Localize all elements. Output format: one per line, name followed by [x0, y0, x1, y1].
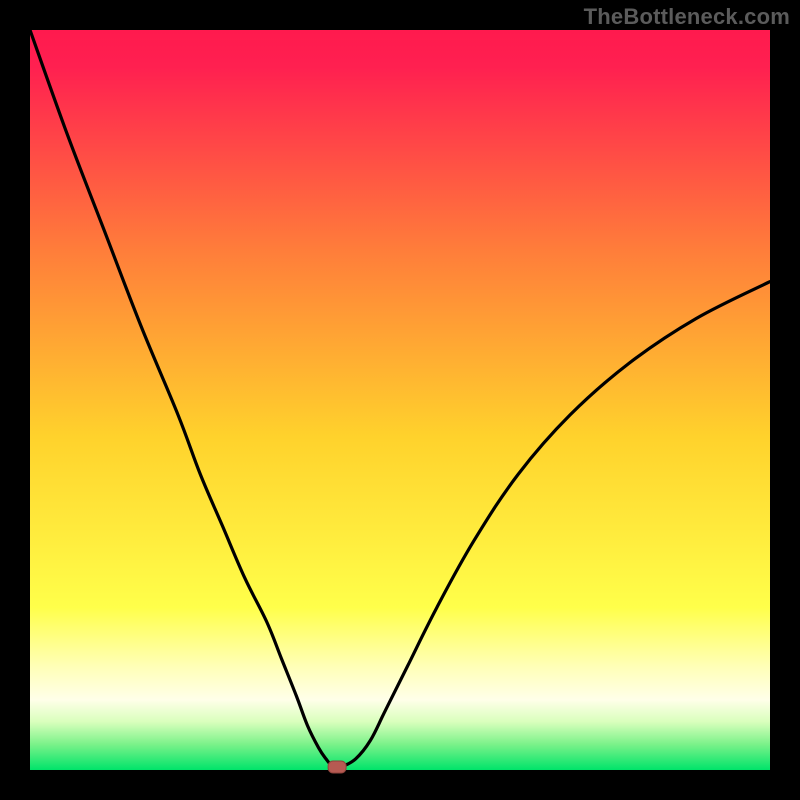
- bottleneck-chart: [0, 0, 800, 800]
- chart-frame: TheBottleneck.com: [0, 0, 800, 800]
- optimal-point-marker: [328, 761, 346, 773]
- gradient-background: [30, 30, 770, 770]
